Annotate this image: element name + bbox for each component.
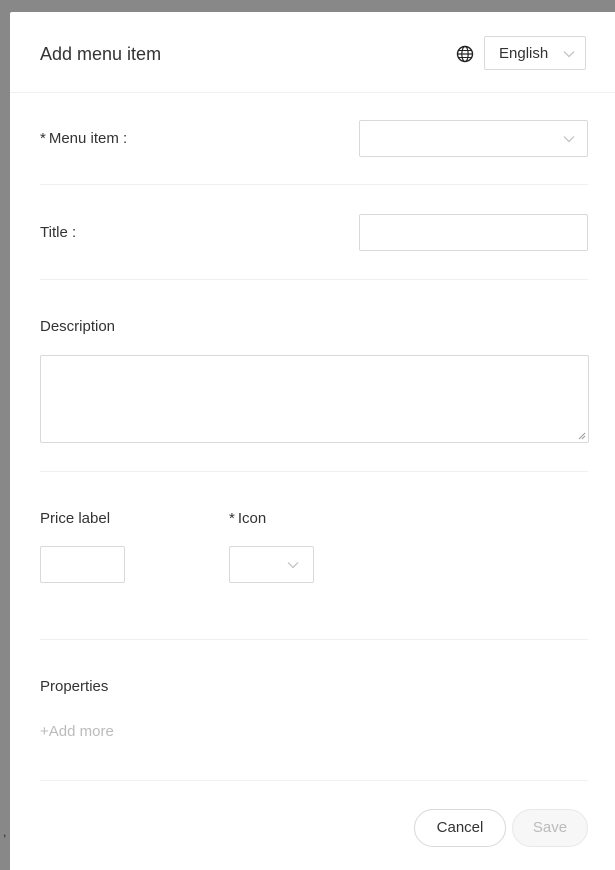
- chevron-down-icon: [563, 51, 575, 58]
- icon-label-text: Icon: [237, 510, 267, 527]
- divider: [40, 780, 588, 781]
- chevron-down-icon: [563, 136, 575, 143]
- menu-item-label: * Menu item :: [40, 129, 127, 149]
- language-select-value: English: [499, 45, 549, 62]
- add-more-link[interactable]: +Add more: [40, 723, 114, 740]
- chevron-down-icon: [287, 562, 299, 569]
- icon-label: * Icon: [229, 509, 266, 529]
- description-label: Description: [40, 318, 116, 335]
- language-select[interactable]: English: [484, 36, 586, 70]
- required-mark: *: [229, 510, 235, 527]
- resize-handle-icon[interactable]: [578, 432, 586, 440]
- save-button[interactable]: Save: [512, 809, 588, 847]
- properties-label: Properties: [40, 678, 109, 695]
- price-label-input[interactable]: [40, 546, 125, 583]
- required-mark: *: [40, 130, 46, 147]
- divider: [40, 279, 588, 280]
- description-textarea[interactable]: [40, 355, 589, 443]
- title-label: Title :: [40, 224, 77, 241]
- dialog-header: Add menu item English: [10, 12, 615, 93]
- price-label-label: Price label: [40, 510, 111, 527]
- menu-item-label-text: Menu item :: [48, 130, 128, 147]
- menu-item-select[interactable]: [359, 120, 588, 157]
- add-menu-item-dialog: Add menu item English * Menu item : Title…: [10, 12, 615, 870]
- divider: [40, 184, 588, 185]
- dialog-title: Add menu item: [40, 44, 162, 64]
- divider: [40, 471, 588, 472]
- globe-icon: [456, 45, 474, 63]
- title-input[interactable]: [359, 214, 588, 251]
- cancel-button[interactable]: Cancel: [414, 809, 506, 847]
- icon-select[interactable]: [229, 546, 314, 583]
- divider: [40, 639, 588, 640]
- backdrop-edge-mark: ,: [3, 825, 7, 839]
